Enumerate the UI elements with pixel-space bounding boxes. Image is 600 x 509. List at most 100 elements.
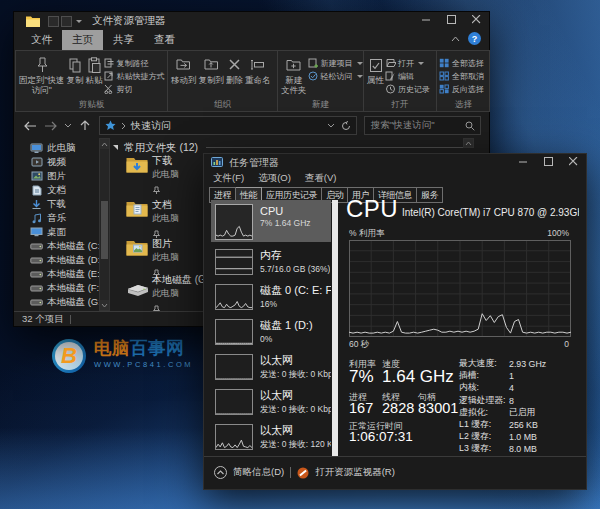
stat-value-speed: 1.64 GHz: [382, 367, 454, 387]
sidebar-item[interactable]: 本地磁盘 (E:): [14, 267, 99, 281]
watermark-url: WWW.PC841.COM: [94, 360, 193, 369]
ribbon-button[interactable]: 重命名: [244, 54, 272, 86]
explorer-titlebar[interactable]: 文件资源管理器: [14, 12, 489, 30]
ribbon-button[interactable]: 编辑: [385, 70, 430, 83]
sidebar-item[interactable]: 视频: [14, 155, 99, 169]
sidebar-item[interactable]: 下载: [14, 197, 99, 211]
cpu-chip-name: Intel(R) Core(TM) i7 CPU 870 @ 2.93GHz: [402, 207, 579, 218]
scroll-up-icon[interactable]: [100, 139, 109, 149]
refresh-icon[interactable]: [341, 121, 351, 131]
menu-item[interactable]: 查看(V): [305, 172, 337, 185]
minimize-button[interactable]: [511, 154, 536, 169]
perf-sidebar-item[interactable]: 内存5.7/16.0 GB (36%): [211, 247, 331, 277]
menu-item[interactable]: 文件(F): [213, 172, 244, 185]
resource-monitor-icon[interactable]: [297, 467, 309, 479]
ribbon-button[interactable]: 全部取消: [439, 70, 484, 83]
ribbon-button[interactable]: 全部选择: [439, 57, 484, 70]
search-input[interactable]: 搜索"快速访问": [364, 116, 481, 135]
perf-sidebar-item[interactable]: 以太网发送: 0 接收: 0 Kbps: [211, 387, 331, 417]
ribbon-button[interactable]: 复制到: [198, 54, 226, 86]
sidebar-item[interactable]: 图片: [14, 169, 99, 183]
ribbon-button[interactable]: 反向选择: [439, 83, 484, 96]
ribbon-button[interactable]: 固定到"快速 访问": [18, 54, 66, 95]
address-dropdown-icon[interactable]: [327, 123, 335, 128]
taskman-titlebar[interactable]: 任务管理器: [204, 154, 586, 171]
perf-thumbnail: [215, 284, 253, 310]
ribbon-button[interactable]: 移动到: [170, 54, 198, 86]
ribbon-tab[interactable]: 主页: [62, 30, 103, 50]
maximize-button[interactable]: [536, 154, 561, 169]
stat-value-processes: 167: [349, 400, 373, 416]
sidebar-item[interactable]: 本地磁盘 (F:): [14, 281, 99, 295]
perf-sidebar-item[interactable]: 以太网发送: 0 接收: 120 Kbps: [211, 422, 331, 452]
ribbon-button[interactable]: 历史记录: [385, 83, 430, 96]
close-button[interactable]: [464, 12, 489, 27]
qat-button[interactable]: [61, 16, 72, 27]
quick-access-toolbar[interactable]: [48, 16, 82, 27]
nav-scrollbar-thumb[interactable]: [101, 201, 108, 259]
ribbon-collapse-icon[interactable]: [451, 36, 460, 42]
search-icon[interactable]: [465, 121, 475, 131]
resource-monitor-label[interactable]: 打开资源监视器(R): [315, 466, 395, 479]
sidebar-item[interactable]: 文档: [14, 183, 99, 197]
ribbon-button[interactable]: 粘贴快捷方式: [104, 70, 165, 83]
drive-icon: [30, 296, 43, 308]
ribbon-group-label: 打开: [364, 98, 436, 111]
ribbon-button[interactable]: 属性: [366, 54, 385, 86]
ribbon-button[interactable]: 复制路径: [104, 57, 165, 70]
sidebar-scrollbar[interactable]: [332, 200, 338, 456]
ribbon-button[interactable]: 复制: [66, 54, 85, 86]
sidebar-item[interactable]: 本地磁盘 (G:): [14, 295, 99, 309]
help-icon[interactable]: ?: [468, 32, 481, 45]
detail-label: L1 缓存:: [459, 419, 508, 431]
sidebar-item[interactable]: 音乐: [14, 211, 99, 225]
scroll-down-icon[interactable]: [100, 300, 109, 310]
close-button[interactable]: [561, 154, 586, 169]
perf-sidebar-item[interactable]: 磁盘 0 (C: E: F: G:)16%: [211, 282, 331, 312]
menu-item[interactable]: 选项(O): [258, 172, 291, 185]
ribbon-tab[interactable]: 共享: [103, 30, 144, 50]
ribbon-button[interactable]: 新建 文件夹: [280, 54, 308, 95]
ribbon-group: 属性打开编辑历史记录打开: [364, 51, 437, 111]
breadcrumb-chevron-icon[interactable]: [121, 122, 126, 130]
desktop: B 电脑百事网 WWW.PC841.COM 文件资源管理器 文件主页共享查看 ?: [0, 0, 600, 509]
perf-sidebar-item[interactable]: 以太网发送: 0 接收: 0 Kbps: [211, 352, 331, 382]
address-location[interactable]: 快速访问: [131, 119, 171, 133]
ribbon-button[interactable]: 粘贴: [85, 54, 104, 86]
ribbon-button[interactable]: 剪切: [104, 83, 165, 96]
perf-sidebar-item[interactable]: 磁盘 1 (D:)0%: [211, 317, 331, 347]
sidebar-item[interactable]: 本地磁盘 (C:): [14, 239, 99, 253]
perf-sidebar-item[interactable]: CPU7% 1.64 GHz: [211, 200, 331, 242]
up-icon[interactable]: [79, 120, 91, 131]
ribbon-group-label: 新建: [278, 98, 363, 111]
recent-locations-icon[interactable]: [64, 123, 72, 128]
ribbon-button[interactable]: 轻松访问: [308, 70, 363, 83]
qat-dropdown-icon[interactable]: [76, 20, 82, 23]
maximize-button[interactable]: [439, 12, 464, 27]
ribbon-tab[interactable]: 查看: [144, 30, 185, 50]
axis-label-utilization: % 利用率: [349, 228, 384, 240]
sidebar-item[interactable]: 桌面: [14, 225, 99, 239]
collapse-group-icon[interactable]: [113, 145, 118, 150]
perf-thumbnail: [215, 424, 253, 450]
back-icon[interactable]: [24, 121, 37, 131]
sidebar-item[interactable]: 本地磁盘 (D:): [14, 253, 99, 267]
fewer-details-icon[interactable]: [214, 466, 227, 479]
ribbon-button[interactable]: 删除: [225, 54, 244, 86]
cpu-panel: CPU Intel(R) Core(TM) i7 CPU 870 @ 2.93G…: [346, 198, 579, 456]
detail-label: 虚拟化:: [459, 407, 508, 419]
ribbon-tab[interactable]: 文件: [21, 30, 62, 50]
downloads-icon: [30, 198, 43, 210]
address-bar[interactable]: 快速访问: [99, 116, 357, 135]
fewer-details-label[interactable]: 简略信息(D): [233, 466, 284, 479]
sidebar-item[interactable]: 此电脑: [14, 141, 99, 155]
qat-button[interactable]: [48, 16, 59, 27]
nav-scrollbar[interactable]: [99, 138, 110, 311]
forward-icon[interactable]: [44, 121, 57, 131]
scroll-up-icon[interactable]: [463, 138, 474, 148]
watermark-logo-icon: B: [52, 339, 86, 373]
ribbon-button[interactable]: 新建项目: [308, 57, 363, 70]
ribbon-button[interactable]: 打开: [385, 57, 430, 70]
pin-icon: [35, 56, 49, 74]
minimize-button[interactable]: [414, 12, 439, 27]
